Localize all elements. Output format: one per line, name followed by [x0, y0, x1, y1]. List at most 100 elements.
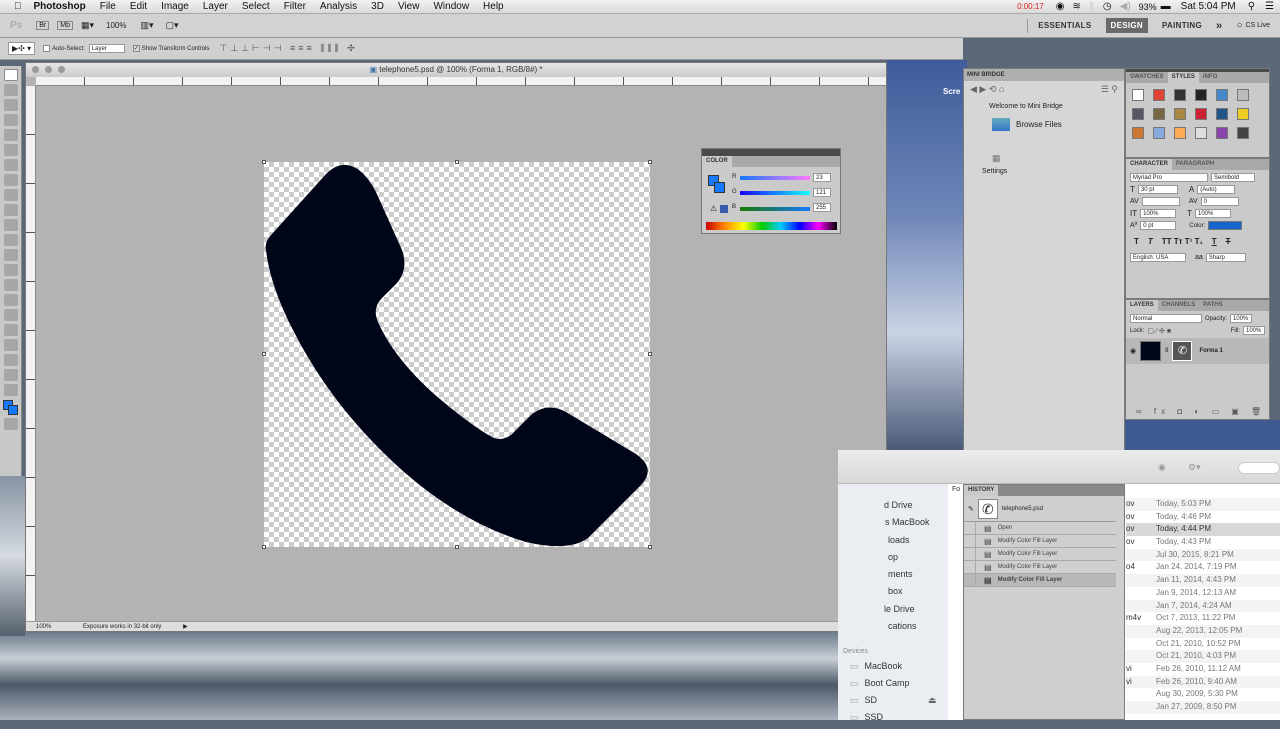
- tab-channels[interactable]: CHANNELS: [1158, 300, 1199, 311]
- auto-select-dropdown[interactable]: Layer: [89, 44, 125, 53]
- file-row[interactable]: Jan 7, 2014, 4:24 AM: [1126, 600, 1280, 613]
- g-value[interactable]: 121: [813, 188, 831, 197]
- finder-device-item[interactable]: ▭MacBook: [838, 661, 948, 678]
- style-swatch[interactable]: [1195, 89, 1207, 101]
- path-select-tool-icon[interactable]: [4, 309, 18, 321]
- eyedropper-tool-icon[interactable]: [4, 144, 18, 156]
- quick-mask-icon[interactable]: [4, 418, 18, 430]
- style-swatch[interactable]: [1216, 89, 1228, 101]
- blend-mode-select[interactable]: Normal: [1130, 314, 1202, 323]
- wifi-icon[interactable]: ≋: [1073, 1, 1081, 12]
- finder-device-item[interactable]: ▭SSD: [838, 712, 948, 729]
- g-slider[interactable]: [740, 191, 810, 195]
- zoom-tool-icon[interactable]: [4, 384, 18, 396]
- move-tool-icon[interactable]: [4, 69, 18, 81]
- more-workspaces-button[interactable]: »: [1216, 20, 1222, 32]
- history-source-box[interactable]: [964, 561, 976, 573]
- status-menu-arrow-icon[interactable]: ▶: [183, 624, 188, 630]
- history-brush-icon[interactable]: [4, 204, 18, 216]
- menu-filter[interactable]: Filter: [284, 1, 306, 12]
- finder-device-item[interactable]: ▭Boot Camp: [838, 678, 948, 695]
- menu-image[interactable]: Image: [161, 1, 189, 12]
- layers-footer-icons[interactable]: ∞ fx ◘ ◐ ▭ ▣ 🗑: [1136, 407, 1266, 416]
- file-row[interactable]: viFeb 26, 2010, 11:12 AM: [1126, 663, 1280, 676]
- transform-handle-br[interactable]: [648, 545, 652, 549]
- history-source-box[interactable]: [964, 522, 976, 534]
- column-header[interactable]: Fo: [950, 484, 962, 495]
- r-slider[interactable]: [740, 176, 810, 180]
- finder-sidebar-item[interactable]: loads: [838, 535, 948, 552]
- tab-styles[interactable]: STYLES: [1168, 72, 1199, 83]
- telephone-shape[interactable]: [264, 162, 650, 547]
- lock-icons[interactable]: ▢ ⁄ ✣ ■: [1147, 327, 1171, 335]
- eye-icon[interactable]: ◉: [1056, 1, 1065, 12]
- menu-analysis[interactable]: Analysis: [320, 1, 357, 12]
- show-transform-checkbox[interactable]: ✓: [133, 45, 140, 52]
- menu-file[interactable]: File: [100, 1, 116, 12]
- transform-handle-tl[interactable]: [262, 160, 266, 164]
- mask-thumbnail[interactable]: ✆: [1172, 341, 1192, 361]
- menu-help[interactable]: Help: [483, 1, 504, 12]
- status-text[interactable]: Exposure works in 32-bit only: [83, 624, 161, 630]
- view-extras-icon[interactable]: ▦▾: [81, 20, 94, 31]
- tab-character[interactable]: CHARACTER: [1126, 159, 1172, 170]
- file-row[interactable]: o4Jan 24, 2014, 7:19 PM: [1126, 561, 1280, 574]
- finder-sidebar-item[interactable]: box: [838, 586, 948, 603]
- style-swatch[interactable]: [1174, 127, 1186, 139]
- style-swatch[interactable]: [1132, 108, 1144, 120]
- opacity-field[interactable]: 100%: [1230, 314, 1252, 323]
- finder-sidebar-item[interactable]: ments: [838, 569, 948, 586]
- screen-mode-icon[interactable]: ▢▾: [166, 20, 179, 31]
- history-state[interactable]: ▤Modify Color Fill Layer: [964, 535, 1116, 548]
- leading-field[interactable]: (Auto): [1197, 185, 1235, 194]
- menu-window[interactable]: Window: [433, 1, 469, 12]
- menu-3d[interactable]: 3D: [371, 1, 384, 12]
- history-brush-source-icon[interactable]: ✎: [968, 505, 974, 513]
- history-source-box[interactable]: [964, 548, 976, 560]
- style-swatch[interactable]: [1216, 127, 1228, 139]
- kerning-field[interactable]: [1142, 197, 1180, 206]
- auto-select-checkbox[interactable]: [43, 45, 50, 52]
- gamut-color[interactable]: [720, 205, 728, 213]
- layer-name[interactable]: Forma 1: [1199, 348, 1222, 354]
- transform-handle-mr[interactable]: [648, 352, 652, 356]
- minibridge-icon[interactable]: Mb: [57, 21, 73, 30]
- style-swatch[interactable]: [1195, 127, 1207, 139]
- tab-history[interactable]: HISTORY: [964, 485, 998, 496]
- style-swatch[interactable]: [1132, 89, 1144, 101]
- status-zoom[interactable]: 100%: [36, 624, 51, 630]
- font-family-select[interactable]: Myriad Pro: [1130, 173, 1208, 182]
- move-tool-preset[interactable]: ▶✣ ▾: [8, 42, 35, 55]
- quicklook-icon[interactable]: ◉: [1158, 462, 1166, 473]
- battery-icon[interactable]: ▬: [1161, 1, 1171, 12]
- r-value[interactable]: 23: [813, 173, 831, 182]
- settings-button[interactable]: Settings: [982, 168, 1124, 175]
- file-row[interactable]: m4vOct 7, 2013, 11:22 PM: [1126, 612, 1280, 625]
- tab-color[interactable]: COLOR: [702, 156, 732, 167]
- b-slider[interactable]: [740, 207, 810, 211]
- tab-paragraph[interactable]: PARAGRAPH: [1172, 159, 1218, 170]
- horizontal-scale-field[interactable]: 100%: [1195, 209, 1231, 218]
- zoom-level[interactable]: 100%: [106, 21, 126, 30]
- file-row[interactable]: Jan 9, 2014, 12:13 AM: [1126, 587, 1280, 600]
- style-swatch[interactable]: [1237, 89, 1249, 101]
- browse-files-button[interactable]: Browse Files: [992, 118, 1124, 131]
- transform-handle-tm[interactable]: [455, 160, 459, 164]
- menu-select[interactable]: Select: [242, 1, 270, 12]
- file-row[interactable]: Jul 30, 2015, 8:21 PM: [1126, 549, 1280, 562]
- style-swatch[interactable]: [1153, 108, 1165, 120]
- file-row[interactable]: viFeb 26, 2010, 9:40 AM: [1126, 676, 1280, 689]
- fill-thumbnail[interactable]: [1140, 341, 1161, 361]
- color-panel-header[interactable]: [702, 149, 840, 156]
- bluetooth-icon[interactable]: ᛒ: [1089, 1, 1095, 12]
- lasso-tool-icon[interactable]: [4, 99, 18, 111]
- transform-handle-tr[interactable]: [648, 160, 652, 164]
- gradient-tool-icon[interactable]: [4, 234, 18, 246]
- shape-tool-icon[interactable]: [4, 324, 18, 336]
- style-swatch[interactable]: [1237, 127, 1249, 139]
- baseline-shift-field[interactable]: 0 pt: [1140, 221, 1176, 230]
- close-button[interactable]: [32, 66, 39, 73]
- transform-handle-ml[interactable]: [262, 352, 266, 356]
- brush-tool-icon[interactable]: [4, 174, 18, 186]
- font-style-select[interactable]: Semibold: [1211, 173, 1255, 182]
